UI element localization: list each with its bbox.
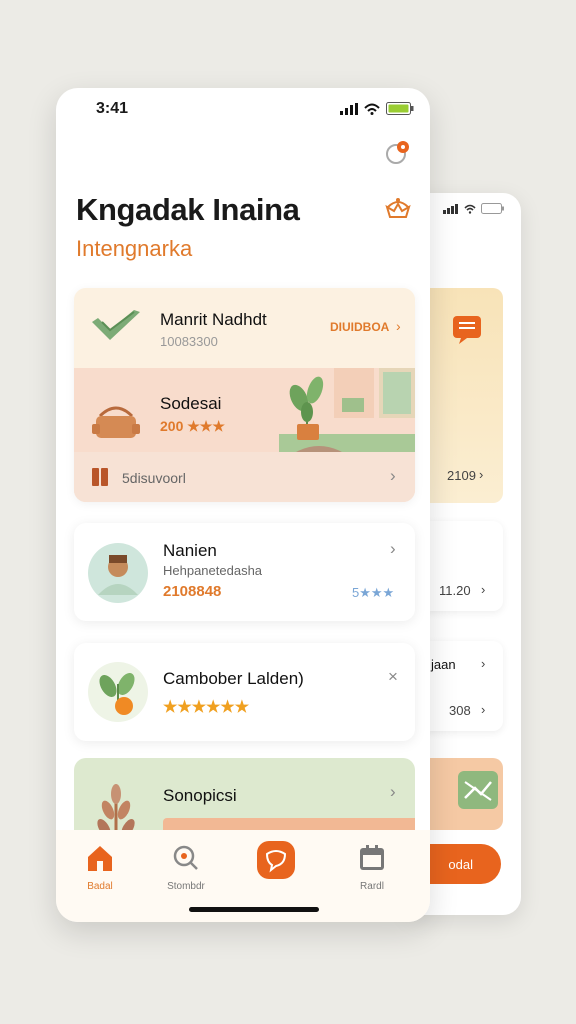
heart-leaf-icon <box>92 310 140 340</box>
back-card-3-label: jaan <box>431 657 456 672</box>
back-card-2-value: 11.20 <box>439 583 471 598</box>
battery-icon <box>481 203 504 214</box>
list-item-rating: ★★★★★★ <box>163 699 250 716</box>
phone-screen: 3:41 Kngadak Inaina Intengnarka Manrit N… <box>56 88 430 922</box>
chevron-right-icon: › <box>481 702 486 717</box>
back-card-1-value: 2109 <box>447 468 476 483</box>
signal-icon <box>340 102 358 115</box>
search-icon <box>173 845 198 870</box>
status-time: 3:41 <box>96 100 129 117</box>
chevron-right-icon: › <box>479 467 484 482</box>
page-subtitle: Intengnarka <box>76 236 193 261</box>
featured-item-2-name: Sodesai <box>160 394 222 413</box>
crown-icon[interactable] <box>384 195 412 221</box>
notification-icon[interactable] <box>384 140 410 166</box>
back-card-3-value: 308 <box>449 703 471 718</box>
back-card-1[interactable]: 2109 › <box>419 288 503 503</box>
back-card-3[interactable]: jaan › 308 › <box>419 641 503 731</box>
back-card-4[interactable] <box>419 758 503 830</box>
chevron-right-icon[interactable]: › <box>390 539 396 559</box>
featured-item-2-rating: 200 ★★★ <box>160 418 225 434</box>
chevron-right-icon[interactable]: › <box>390 782 396 802</box>
avatar <box>88 543 148 603</box>
list-item-rating: 5★★★ <box>352 585 395 600</box>
tab-label: Badal <box>87 881 113 892</box>
chart-icon <box>458 771 498 809</box>
calendar-icon <box>360 845 384 870</box>
list-item-value: 2108848 <box>163 583 222 600</box>
list-item-name: Nanien <box>163 541 217 560</box>
chevron-right-icon: › <box>396 318 401 334</box>
signal-icon <box>443 203 458 214</box>
featured-card[interactable]: Manrit Nadhdt 10083300 DIUIDBOA › Sodesa… <box>74 288 415 502</box>
list-item[interactable]: Cambober Lalden) ★★★★★★ × <box>74 643 415 741</box>
tab-bar: Badal Stombdr Rardl <box>56 830 430 922</box>
back-card-2[interactable]: 11.20 › <box>419 521 503 611</box>
battery-icon <box>386 102 414 115</box>
tab-search[interactable]: Stombdr <box>156 844 216 892</box>
status-bar: 3:41 <box>56 100 430 120</box>
featured-item-1-action[interactable]: DIUIDBOA <box>330 320 389 334</box>
chevron-right-icon: › <box>481 582 486 597</box>
basket-icon <box>92 406 140 438</box>
featured-item-1-code: 10083300 <box>160 334 218 349</box>
featured-item-1-name: Manrit Nadhdt <box>160 310 267 329</box>
wifi-icon <box>364 103 380 115</box>
book-icon <box>92 468 108 486</box>
chevron-right-icon: › <box>390 466 396 485</box>
chat-icon <box>257 841 295 879</box>
tab-home[interactable]: Badal <box>70 844 130 892</box>
tab-label: Rardl <box>360 881 384 892</box>
list-item[interactable]: Nanien Hehpanetedasha 2108848 5★★★ › <box>74 523 415 621</box>
featured-footer-label: 5disuvoorl <box>122 470 186 486</box>
tab-label: Stombdr <box>167 881 205 892</box>
list-item-subtitle: Hehpanetedasha <box>163 563 263 578</box>
close-icon[interactable]: × <box>388 667 398 687</box>
home-indicator <box>189 907 319 912</box>
tab-calendar[interactable]: Rardl <box>342 844 402 892</box>
message-icon <box>453 316 481 344</box>
tab-chat[interactable] <box>246 840 306 885</box>
wifi-icon <box>464 204 476 214</box>
featured-row-1[interactable]: Manrit Nadhdt 10083300 DIUIDBOA › <box>74 288 415 368</box>
list-item-name: Cambober Lalden) <box>163 669 304 688</box>
featured-footer[interactable]: 5disuvoorl › <box>74 452 415 502</box>
status-icons <box>340 102 414 115</box>
list-item-name: Sonopicsi <box>163 786 237 805</box>
home-icon <box>88 846 112 871</box>
page-title: Kngadak Inaina <box>76 192 300 227</box>
chevron-right-icon: › <box>481 656 486 671</box>
back-status-bar <box>443 203 505 214</box>
plant-icon <box>88 662 148 722</box>
